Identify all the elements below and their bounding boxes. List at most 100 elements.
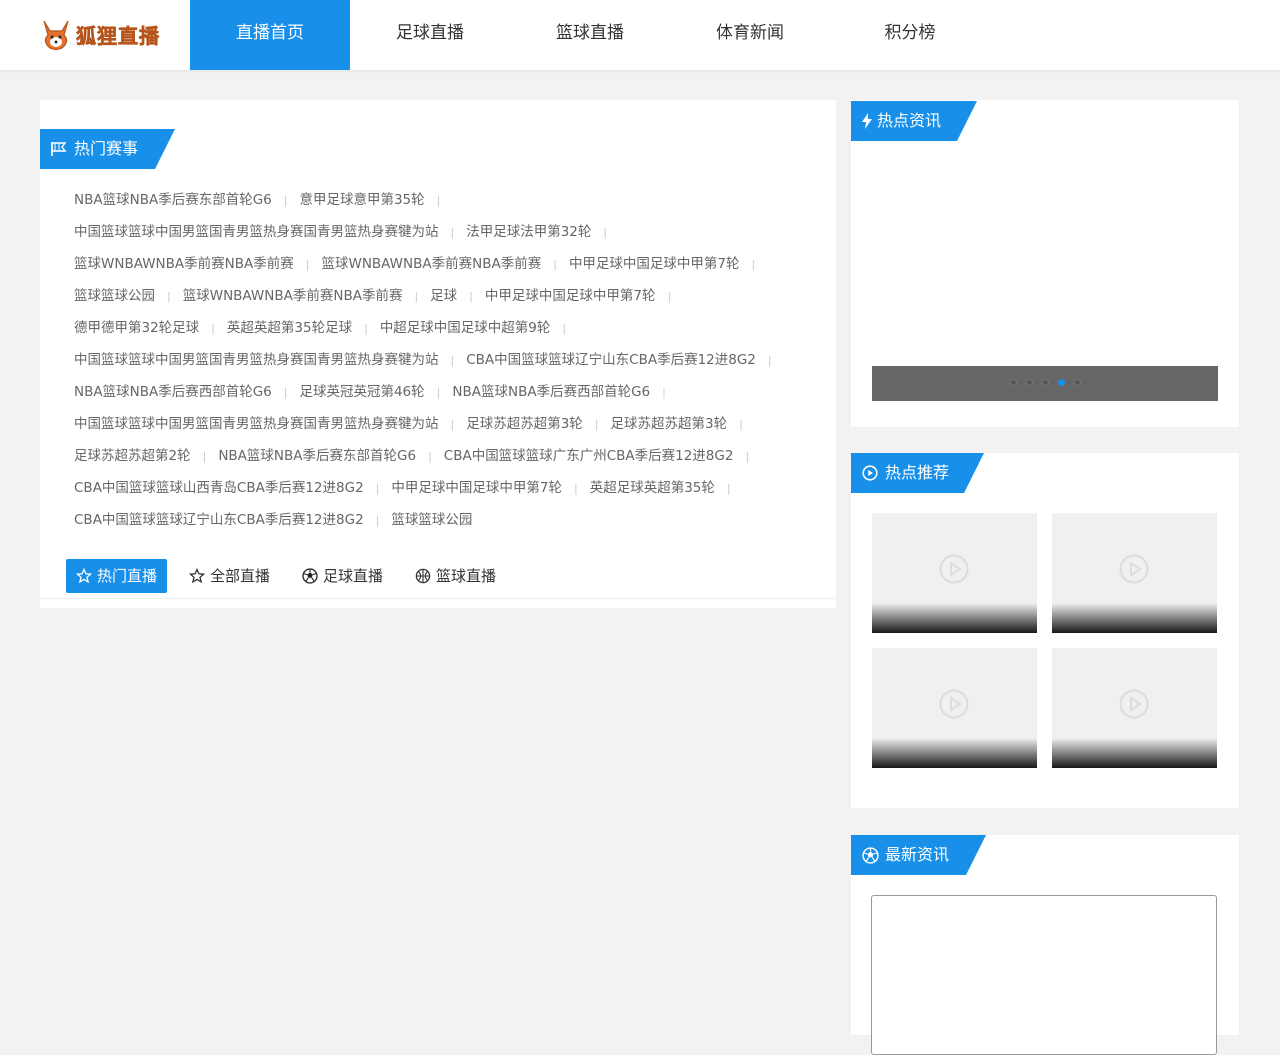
lightning-icon (861, 112, 873, 130)
thumb-shade (872, 738, 1037, 768)
carousel-dot[interactable] (1073, 379, 1081, 386)
recommend-panel: 热点推荐 (851, 453, 1239, 808)
match-link[interactable]: CBA中国篮球篮球山西青岛CBA季后赛12进8G2 (74, 480, 364, 496)
match-line: 中国篮球篮球中国男篮国青男篮热身赛国青男篮热身赛犍为站 | CBA中国篮球篮球辽宁山… (74, 344, 814, 376)
match-link[interactable]: NBA篮球NBA季后赛东部首轮G6 (218, 448, 416, 464)
match-link[interactable]: CBA中国篮球篮球辽宁山东CBA季后赛12进8G2 (74, 512, 364, 528)
tab-all-live[interactable]: 全部直播 (179, 559, 280, 593)
match-separator: | (667, 290, 672, 303)
match-link[interactable]: 英超足球英超第35轮 (590, 480, 715, 496)
fox-logo-icon (43, 20, 69, 51)
match-link[interactable]: NBA篮球NBA季后赛西部首轮G6 (452, 384, 650, 400)
match-link[interactable]: 中甲足球中国足球中甲第7轮 (391, 480, 562, 496)
match-line: 足球苏超苏超第2轮 | NBA篮球NBA季后赛东部首轮G6 | CBA中国篮球篮球广东广… (74, 440, 814, 472)
match-separator: | (283, 386, 288, 399)
play-circle-icon (939, 554, 969, 584)
match-link[interactable]: NBA篮球NBA季后赛东部首轮G6 (74, 192, 272, 208)
play-circle-icon (1119, 554, 1149, 584)
match-link[interactable]: 德甲德甲第32轮足球 (74, 320, 199, 336)
tab-hot-live[interactable]: 热门直播 (66, 559, 168, 593)
match-link[interactable]: 篮球篮球公园 (74, 288, 155, 304)
main-nav: 直播首页 足球直播 篮球直播 体育新闻 积分榜 (190, 0, 990, 70)
thumb-shade (1052, 738, 1217, 768)
match-line: 德甲德甲第32轮足球 | 英超英超第35轮足球 | 中超足球中国足球中超第9轮 | (74, 312, 814, 344)
match-link[interactable]: 法甲足球法甲第32轮 (466, 224, 591, 240)
nav-home[interactable]: 直播首页 (190, 0, 350, 70)
match-separator: | (414, 290, 419, 303)
match-separator: | (211, 322, 215, 335)
match-line: NBA篮球NBA季后赛西部首轮G6 | 足球英冠英冠第46轮 | NBA篮球NBA季后赛… (74, 376, 814, 408)
match-separator: | (553, 258, 557, 271)
match-link[interactable]: 足球英冠英冠第46轮 (299, 384, 424, 400)
video-thumb[interactable] (872, 648, 1037, 768)
match-separator: | (167, 290, 171, 303)
carousel-dot[interactable] (1041, 379, 1049, 386)
site-logo[interactable]: 狐狸直播 (40, 14, 160, 54)
live-tabs: 热门直播 全部直播 足球直播 篮球直播 (66, 559, 518, 593)
match-separator: | (745, 450, 750, 463)
match-link[interactable]: 篮球WNBAWNBA季前赛NBA季前赛 (321, 256, 541, 272)
play-circle-icon (939, 689, 969, 719)
news-carousel[interactable] (872, 366, 1218, 401)
match-link[interactable]: 中国篮球篮球中国男篮国青男篮热身赛国青男篮热身赛犍为站 (74, 224, 439, 240)
tab-all-live-label: 全部直播 (210, 567, 271, 585)
nav-news[interactable]: 体育新闻 (670, 0, 830, 70)
basketball-icon (415, 568, 431, 584)
match-link[interactable]: 意甲足球意甲第35轮 (299, 192, 424, 208)
match-link[interactable]: CBA中国篮球篮球广东广州CBA季后赛12进8G2 (444, 448, 734, 464)
match-line: 中国篮球篮球中国男篮国青男篮热身赛国青男篮热身赛犍为站 | 法甲足球法甲第32轮 | (74, 216, 814, 248)
hot-news-title: 热点资讯 (877, 111, 942, 130)
carousel-dot[interactable] (1025, 379, 1033, 386)
match-link[interactable]: 中国篮球篮球中国男篮国青男篮热身赛国青男篮热身赛犍为站 (74, 416, 439, 432)
hot-news-panel: 热点资讯 (851, 100, 1239, 427)
carousel-dot[interactable] (1057, 379, 1065, 386)
latest-news-title: 最新资讯 (885, 845, 950, 864)
match-link[interactable]: 足球苏超苏超第2轮 (74, 448, 191, 464)
match-link[interactable]: 中超足球中国足球中超第9轮 (380, 320, 551, 336)
nav-football[interactable]: 足球直播 (350, 0, 510, 70)
match-separator: | (428, 450, 432, 463)
match-separator: | (450, 418, 455, 431)
hot-news-heading: 热点资讯 (851, 101, 977, 141)
match-link[interactable]: 篮球WNBAWNBA季前赛NBA季前赛 (183, 288, 403, 304)
play-circle-icon (861, 464, 879, 482)
latest-news-panel: 最新资讯 (851, 835, 1239, 1055)
tab-basketball-live[interactable]: 篮球直播 (405, 559, 506, 593)
carousel-dot[interactable] (1009, 379, 1017, 386)
tab-football-live[interactable]: 足球直播 (292, 559, 393, 593)
thumb-shade (1052, 603, 1217, 633)
latest-news-heading: 最新资讯 (851, 835, 986, 875)
match-link[interactable]: 足球 (430, 288, 457, 304)
match-link[interactable]: 中甲足球中国足球中甲第7轮 (485, 288, 656, 304)
video-thumb[interactable] (872, 513, 1037, 633)
match-link[interactable]: 足球苏超苏超第3轮 (466, 416, 583, 432)
video-thumb[interactable] (1052, 648, 1217, 768)
match-separator: | (726, 482, 731, 495)
video-thumb[interactable] (1052, 513, 1217, 633)
match-link[interactable]: 英超英超第35轮足球 (227, 320, 352, 336)
recommend-title: 热点推荐 (885, 463, 950, 482)
match-link[interactable]: 篮球篮球公园 (391, 512, 472, 528)
match-separator: | (283, 194, 288, 207)
match-separator: | (450, 226, 455, 239)
match-separator: | (751, 258, 756, 271)
match-link[interactable]: NBA篮球NBA季后赛西部首轮G6 (74, 384, 272, 400)
match-line: 篮球WNBAWNBA季前赛NBA季前赛 | 篮球WNBAWNBA季前赛NBA季前赛 |… (74, 248, 814, 280)
match-separator: | (739, 418, 743, 431)
match-link[interactable]: 中国篮球篮球中国男篮国青男篮热身赛国青男篮热身赛犍为站 (74, 352, 439, 368)
hot-matches-panel: 热门赛事 NBA篮球NBA季后赛东部首轮G6 | 意甲足球意甲第35轮 | 中国篮球篮球… (40, 100, 836, 608)
match-separator: | (662, 386, 666, 399)
match-link[interactable]: CBA中国篮球篮球辽宁山东CBA季后赛12进8G2 (466, 352, 756, 368)
soccer-ball-icon (861, 846, 879, 864)
match-separator: | (436, 194, 441, 207)
play-circle-icon (1119, 689, 1149, 719)
match-link[interactable]: 篮球WNBAWNBA季前赛NBA季前赛 (74, 256, 294, 272)
nav-basketball[interactable]: 篮球直播 (510, 0, 670, 70)
match-link[interactable]: 中甲足球中国足球中甲第7轮 (569, 256, 740, 272)
thumb-shade (872, 603, 1037, 633)
nav-standings[interactable]: 积分榜 (830, 0, 990, 70)
recommend-heading: 热点推荐 (851, 453, 984, 493)
match-separator: | (364, 322, 368, 335)
match-link[interactable]: 足球苏超苏超第3轮 (611, 416, 728, 432)
carousel-dots (872, 379, 1218, 386)
